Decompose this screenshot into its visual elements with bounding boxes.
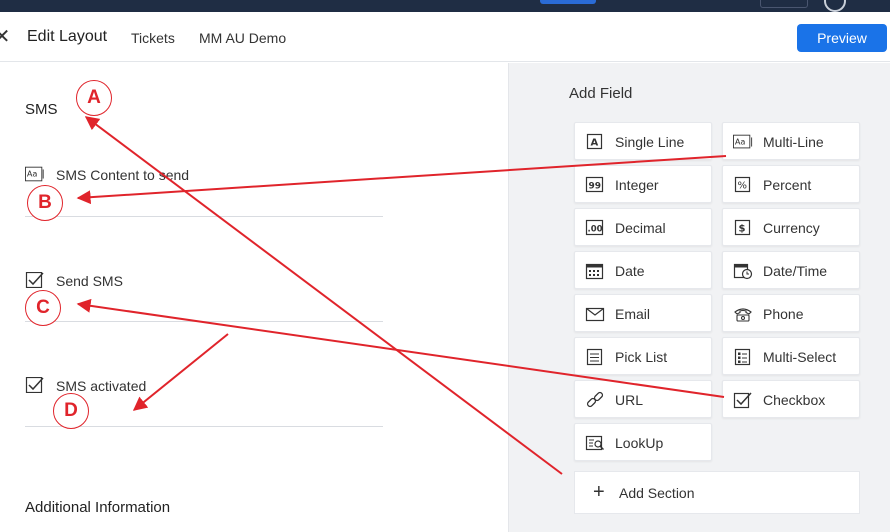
tile-multi-line[interactable]: Aa Multi-Line <box>722 122 860 160</box>
tile-label: Phone <box>763 306 804 322</box>
breadcrumb-module[interactable]: Tickets <box>131 30 175 46</box>
preview-button[interactable]: Preview <box>797 24 887 52</box>
tile-email[interactable]: Email <box>574 294 712 332</box>
multi-line-icon: Aa <box>25 166 44 182</box>
tile-label: Integer <box>615 177 659 193</box>
tile-phone[interactable]: Phone <box>722 294 860 332</box>
decimal-icon: .00 <box>585 219 604 236</box>
annotation-marker-a: A <box>76 80 112 116</box>
section-title-sms[interactable]: SMS <box>25 101 58 118</box>
field-sms-content[interactable]: Aa SMS Content to send <box>25 166 383 217</box>
tile-multi-select[interactable]: Multi-Select <box>722 337 860 375</box>
add-section-button[interactable]: + Add Section <box>574 471 860 514</box>
calendar-icon <box>585 263 604 280</box>
plus-icon: + <box>593 481 605 503</box>
checkbox-icon <box>25 377 44 393</box>
tile-decimal[interactable]: .00 Decimal <box>574 208 712 246</box>
svg-text:A: A <box>591 138 599 149</box>
active-top-tab[interactable] <box>540 0 596 4</box>
svg-text:%: % <box>738 181 748 192</box>
tile-label: Currency <box>763 220 820 236</box>
field-send-sms[interactable]: Send SMS <box>25 272 383 322</box>
tile-label: Multi-Line <box>763 134 824 150</box>
tile-label: Single Line <box>615 134 685 150</box>
phone-icon <box>734 308 752 322</box>
svg-text:$: $ <box>739 224 746 235</box>
tile-label: Multi-Select <box>763 349 837 365</box>
annotation-marker-b: B <box>27 185 63 221</box>
page-header: ✕ Edit Layout Tickets MM AU Demo Preview <box>0 12 890 62</box>
section-title-additional-information[interactable]: Additional Information <box>25 499 170 516</box>
tile-date[interactable]: Date <box>574 251 712 289</box>
close-icon[interactable]: ✕ <box>0 26 12 48</box>
tile-checkbox[interactable]: Checkbox <box>722 380 860 418</box>
svg-text:Aa: Aa <box>27 169 38 179</box>
page-title: Edit Layout <box>27 28 108 45</box>
percent-icon: % <box>734 176 751 193</box>
currency-icon: $ <box>734 219 751 236</box>
checkbox-icon <box>25 272 44 288</box>
tile-label: URL <box>615 392 644 408</box>
tile-label: Date/Time <box>763 263 828 279</box>
tile-label: Date <box>615 263 645 279</box>
tile-percent[interactable]: % Percent <box>722 165 860 203</box>
tile-currency[interactable]: $ Currency <box>722 208 860 246</box>
avatar[interactable] <box>824 0 846 12</box>
lookup-icon <box>585 435 604 451</box>
tile-single-line[interactable]: A Single Line <box>574 122 712 160</box>
add-section-label: Add Section <box>619 485 695 501</box>
field-label: Send SMS <box>56 273 123 289</box>
tile-label: Percent <box>763 177 812 193</box>
svg-text:Aa: Aa <box>735 137 746 147</box>
tile-label: LookUp <box>615 435 664 451</box>
link-icon <box>586 391 604 408</box>
checklist-icon <box>734 348 751 366</box>
annotation-marker-c: C <box>25 290 61 326</box>
tile-date-time[interactable]: Date/Time <box>722 251 860 289</box>
field-label: SMS activated <box>56 378 147 394</box>
tile-label: Pick List <box>615 349 668 365</box>
top-bar-button[interactable] <box>760 0 808 8</box>
tile-url[interactable]: URL <box>574 380 712 418</box>
annotation-marker-d: D <box>53 393 89 429</box>
add-field-title: Add Field <box>569 85 633 102</box>
field-label: SMS Content to send <box>56 167 190 183</box>
integer-icon: 99 <box>585 176 604 193</box>
top-app-bar <box>0 0 890 12</box>
list-icon <box>586 348 603 366</box>
breadcrumb-layout[interactable]: MM AU Demo <box>199 30 286 46</box>
tile-lookup[interactable]: LookUp <box>574 423 712 461</box>
multi-line-icon: Aa <box>733 134 753 149</box>
svg-text:.00: .00 <box>588 225 603 235</box>
calendar-clock-icon <box>733 263 753 280</box>
single-line-icon: A <box>586 133 603 150</box>
tile-label: Decimal <box>615 220 666 236</box>
svg-text:99: 99 <box>589 182 602 192</box>
tile-pick-list[interactable]: Pick List <box>574 337 712 375</box>
tile-label: Checkbox <box>763 392 826 408</box>
envelope-icon <box>585 307 605 322</box>
checkbox-icon <box>733 392 752 409</box>
tile-integer[interactable]: 99 Integer <box>574 165 712 203</box>
tile-label: Email <box>615 306 651 322</box>
